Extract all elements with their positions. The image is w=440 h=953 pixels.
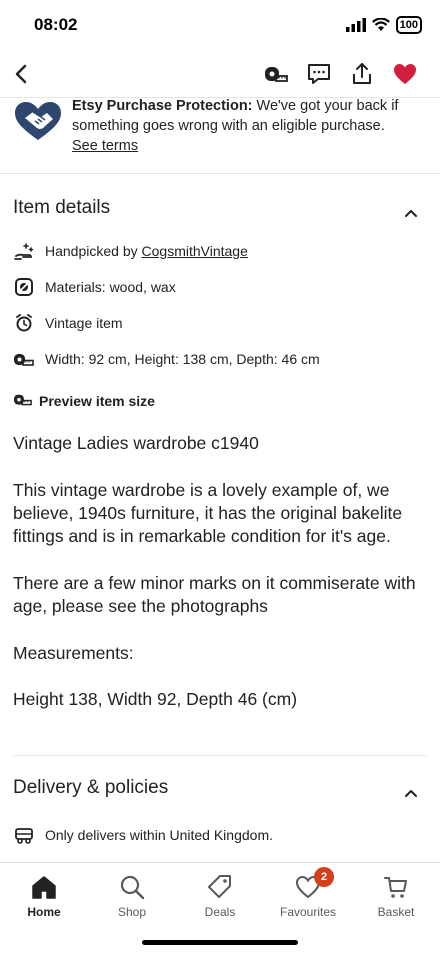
search-icon [120, 875, 145, 900]
protection-title: Etsy Purchase Protection: [72, 98, 253, 114]
sparkle-hand-icon [13, 240, 35, 262]
tab-favourites[interactable]: 2 Favourites [264, 867, 352, 919]
home-indicator [142, 940, 298, 945]
status-bar: 08:02 100 [0, 0, 440, 50]
description-paragraph: Vintage Ladies wardrobe c1940 [13, 433, 259, 453]
detail-materials-text: Materials: wood, wax [45, 279, 176, 295]
see-terms-link[interactable]: See terms [72, 138, 138, 154]
cart-icon [384, 877, 407, 898]
delivery-policies-title: Delivery & policies [13, 777, 169, 798]
tape-measure-icon [13, 348, 35, 370]
tab-deals[interactable]: Deals [176, 873, 264, 919]
nav-bar [0, 52, 440, 98]
chevron-up-icon [405, 210, 417, 217]
tab-shop[interactable]: Shop [88, 873, 176, 919]
detail-materials: Materials: wood, wax [13, 276, 176, 298]
tag-icon [208, 875, 231, 898]
tape-measure-icon[interactable] [263, 61, 289, 87]
nav-actions [263, 61, 418, 87]
preview-item-size-button[interactable]: Preview item size [13, 392, 155, 410]
materials-icon [13, 276, 35, 298]
handpicked-prefix: Handpicked by [45, 243, 142, 259]
description-paragraph: Height 138, Width 92, Depth 46 (cm) [13, 689, 298, 710]
home-icon [32, 876, 56, 899]
message-icon[interactable] [306, 61, 332, 87]
purchase-protection-banner: Etsy Purchase Protection: We've got your… [0, 96, 440, 174]
detail-vintage: Vintage item [13, 312, 123, 334]
chevron-left-icon [15, 64, 27, 84]
status-icons: 100 [345, 16, 422, 34]
item-details-header[interactable]: Item details [13, 197, 427, 231]
detail-vintage-text: Vintage item [45, 315, 123, 331]
delivery-note-text: Only delivers within United Kingdom. [45, 827, 273, 843]
favourites-badge: 2 [314, 867, 334, 887]
description-paragraph: This vintage wardrobe is a lovely exampl… [13, 479, 403, 547]
detail-dimensions-text: Width: 92 cm, Height: 138 cm, Depth: 46 … [45, 351, 320, 367]
back-button[interactable] [8, 58, 36, 90]
chevron-up-icon [405, 790, 417, 797]
tab-label: Deals [204, 905, 236, 919]
wifi-icon [371, 18, 390, 31]
alarm-clock-icon [13, 312, 35, 334]
tape-measure-icon [14, 394, 32, 406]
status-time: 08:02 [34, 15, 78, 34]
tab-label: Favourites [279, 905, 337, 919]
tab-home[interactable]: Home [0, 873, 88, 919]
item-description: Vintage Ladies wardrobe c1940 This vinta… [13, 432, 431, 735]
tab-label: Basket [377, 905, 415, 919]
delivery-truck-icon [13, 824, 35, 846]
description-paragraph: Measurements: [13, 642, 134, 663]
bottom-tab-bar: Home Shop Deals 2 Favourites Basket [0, 862, 440, 953]
description-paragraph: There are a few minor marks on it commis… [13, 572, 416, 617]
delivery-policies-header[interactable]: Delivery & policies [13, 777, 427, 811]
preview-item-size-label: Preview item size [39, 393, 155, 409]
signal-icon [345, 18, 366, 32]
heart-filled-icon[interactable] [392, 61, 418, 87]
handshake-heart-icon [15, 102, 61, 140]
shop-link[interactable]: CogsmithVintage [142, 243, 248, 259]
item-details-title: Item details [13, 197, 111, 218]
detail-dimensions: Width: 92 cm, Height: 138 cm, Depth: 46 … [13, 348, 320, 370]
detail-handpicked: Handpicked by CogsmithVintage [13, 240, 248, 262]
tab-basket[interactable]: Basket [352, 873, 440, 919]
tab-label: Home [27, 905, 61, 919]
share-icon[interactable] [349, 61, 375, 87]
protection-text: Etsy Purchase Protection: We've got your… [72, 96, 422, 156]
tab-label: Shop [117, 905, 147, 919]
detail-handpicked-text: Handpicked by CogsmithVintage [45, 243, 248, 259]
section-divider [13, 755, 427, 756]
battery-indicator: 100 [395, 16, 422, 34]
delivery-note-row: Only delivers within United Kingdom. [13, 824, 273, 846]
